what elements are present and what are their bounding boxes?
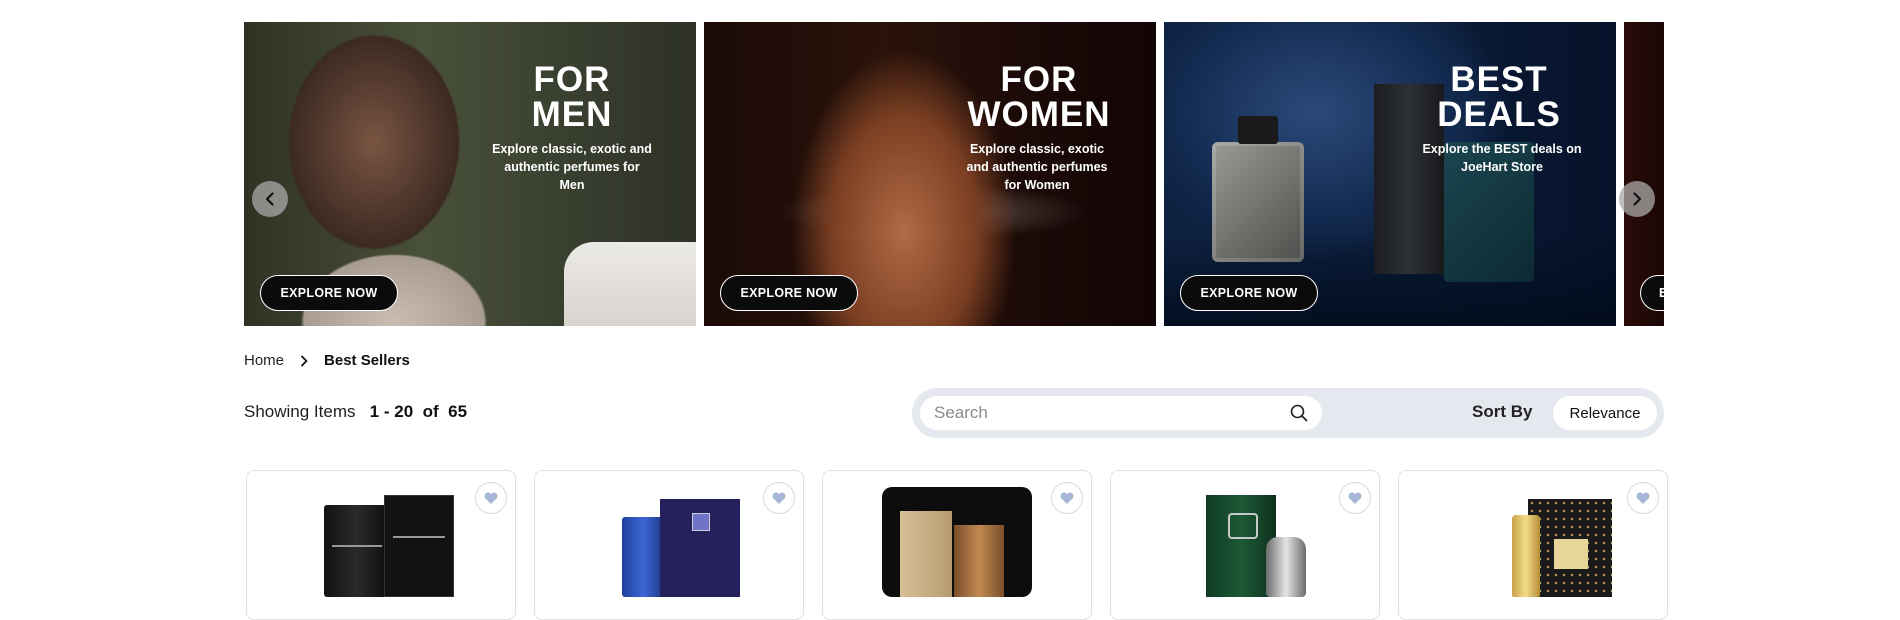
product-card[interactable] (822, 470, 1092, 620)
chevron-right-icon (1633, 192, 1642, 206)
slide-title: BEST DEALS (1437, 60, 1561, 134)
sort-select[interactable]: Relevance (1553, 396, 1657, 430)
product-card[interactable] (246, 470, 516, 620)
of-label: of (422, 402, 439, 421)
heart-icon (1636, 492, 1650, 504)
product-card[interactable] (534, 470, 804, 620)
product-card[interactable] (1110, 470, 1380, 620)
explore-now-button[interactable]: EXPLORE NOW (1180, 275, 1318, 311)
item-range: 1 - 20 (369, 402, 414, 421)
search-box (920, 396, 1322, 430)
slide-description: Explore classic, exotic and authentic pe… (966, 142, 1108, 192)
hero-carousel: FOR MEN Explore classic, exotic and auth… (244, 22, 1664, 326)
slide-title: FOR WOMEN (967, 60, 1111, 134)
explore-now-button[interactable]: EXPLORE NOW (260, 275, 398, 311)
breadcrumb-home-link[interactable]: Home (244, 352, 284, 369)
slide-title: FOR MEN (531, 60, 613, 134)
search-icon[interactable] (1290, 404, 1308, 422)
slide-for-men[interactable]: FOR MEN Explore classic, exotic and auth… (244, 22, 696, 326)
product-image[interactable] (1170, 487, 1320, 597)
wishlist-button[interactable] (763, 482, 795, 514)
slide-description: Explore the BEST deals on JoeHart Store (1422, 142, 1582, 174)
chevron-right-icon (301, 355, 308, 366)
heart-icon (772, 492, 786, 504)
item-count-summary: Showing Items 1 - 20 of 65 (244, 402, 467, 422)
showing-label: Showing Items (244, 402, 356, 421)
wishlist-button[interactable] (475, 482, 507, 514)
explore-now-button[interactable]: EXPLORE NOW (720, 275, 858, 311)
breadcrumb: Home Best Sellers (244, 352, 410, 369)
product-image[interactable] (882, 487, 1032, 597)
carousel-next-button[interactable] (1619, 181, 1655, 217)
sort-by-label: Sort By (1472, 402, 1533, 421)
product-card[interactable] (1398, 470, 1668, 620)
heart-icon (1060, 492, 1074, 504)
heart-icon (484, 492, 498, 504)
item-total: 65 (448, 402, 468, 421)
product-grid (244, 470, 1668, 620)
slide-partial[interactable]: E (1624, 22, 1664, 326)
wishlist-button[interactable] (1627, 482, 1659, 514)
search-input[interactable] (934, 396, 1274, 430)
chevron-left-icon (265, 192, 274, 206)
slide-for-women[interactable]: FOR WOMEN Explore classic, exotic and au… (704, 22, 1156, 326)
search-sort-bar: Sort By Relevance (912, 388, 1664, 438)
wishlist-button[interactable] (1339, 482, 1371, 514)
carousel-prev-button[interactable] (252, 181, 288, 217)
heart-icon (1348, 492, 1362, 504)
slide-description: Explore classic, exotic and authentic pe… (492, 142, 652, 192)
product-image[interactable] (594, 487, 744, 597)
product-image[interactable] (306, 487, 456, 597)
wishlist-button[interactable] (1051, 482, 1083, 514)
slide-best-deals[interactable]: BEST DEALS Explore the BEST deals on Joe… (1164, 22, 1616, 326)
breadcrumb-current: Best Sellers (324, 352, 410, 369)
product-image[interactable] (1458, 487, 1612, 597)
